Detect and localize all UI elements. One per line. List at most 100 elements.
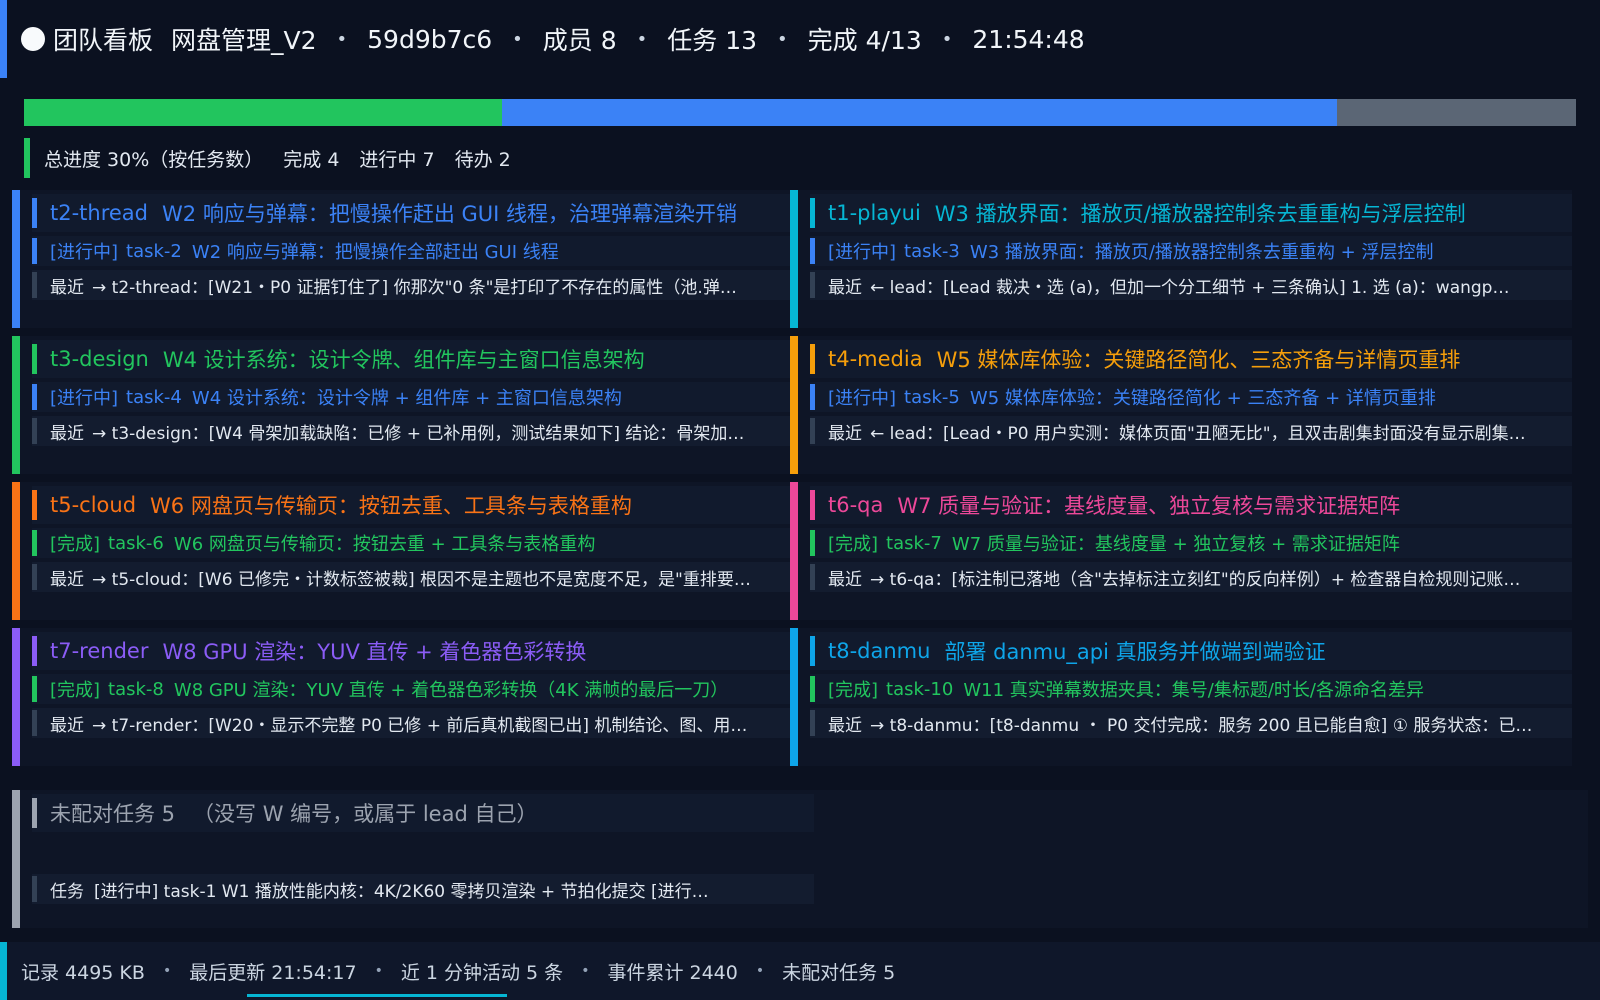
last-update: 最后更新 21:54:17 (189, 961, 357, 984)
separator-dot: • (581, 963, 590, 979)
project-hash: 59d9b7c6 (367, 24, 493, 54)
task-id: task-6 (108, 532, 164, 554)
card-title-row: t7-render W8 GPU 渲染：YUV 直传 + 着色器色彩转换 (32, 632, 794, 670)
row-marker (32, 564, 37, 590)
row-marker (32, 272, 37, 298)
card-task-row[interactable]: [进行中] task-4 W4 设计系统：设计令牌 + 组件库 + 主窗口信息架构 (32, 382, 794, 412)
log-size: 记录 4495 KB (21, 961, 145, 984)
card-recent-row[interactable]: 最近 → t8-danmu：[t8-danmu ・ P0 交付完成：服务 200 … (810, 708, 1572, 738)
card-accent-bar (790, 482, 798, 620)
row-marker (32, 876, 37, 902)
row-marker (810, 676, 815, 702)
agent-goal: W4 设计系统：设计令牌、组件库与主窗口信息架构 (162, 348, 645, 372)
recent-label: 最近 (50, 277, 84, 298)
card-accent-bar (790, 336, 798, 474)
row-marker (810, 564, 815, 590)
recent-message: → t7-render：[W20・显示不完整 P0 已修 + 前后真机截图已出]… (92, 715, 748, 736)
agent-name: t1-playui (828, 201, 921, 225)
unmatched-tasks-panel[interactable]: 未配对任务 5 （没写 W 编号，或属于 lead 自己） 任务 [进行中] t… (12, 790, 1588, 928)
row-marker (32, 344, 37, 374)
task-status: [完成] (828, 534, 879, 555)
agent-goal: W6 网盘页与传输页：按钮去重、工具条与表格重构 (150, 494, 632, 518)
card-task-row[interactable]: [完成] task-10 W11 真实弹幕数据夹具：集号/集标题/时长/各源命名差异 (810, 674, 1572, 704)
card-task-row[interactable]: [进行中] task-2 W2 响应与弹幕：把慢操作全部赶出 GUI 线程 (32, 236, 794, 266)
card-title-row: t4-media W5 媒体库体验：关键路径简化、三态齐备与详情页重排 (810, 340, 1572, 378)
recent-label: 最近 (50, 715, 84, 736)
agent-card-t8-danmu[interactable]: t8-danmu 部署 danmu_api 真服务并做端到端验证 [完成] task-… (790, 628, 1572, 766)
agent-card-t3-design[interactable]: t3-design W4 设计系统：设计令牌、组件库与主窗口信息架构 [进行中] ta… (12, 336, 794, 474)
row-marker (32, 384, 37, 410)
status-footer: 记录 4495 KB • 最后更新 21:54:17 • 近 1 分钟活动 5 … (0, 942, 1600, 1000)
summary-todo: 待办 2 (454, 148, 511, 171)
row-marker (810, 530, 815, 556)
unmatched-task-row[interactable]: 任务 [进行中] task-1 W1 播放性能内核：4K/2K60 零拷贝渲染 … (32, 874, 814, 904)
clock: 21:54:48 (972, 24, 1085, 54)
task-desc: W3 播放界面：播放页/播放器控制条去重重构 + 浮层控制 (969, 242, 1434, 263)
separator-dot: • (755, 963, 765, 979)
card-recent-row[interactable]: 最近 → t5-cloud：[W6 已修完・计数标签被裁] 根因不是主题也不是宽度… (32, 562, 794, 592)
row-marker (810, 384, 815, 410)
recent-message: ← lead：[Lead・P0 用户实测：媒体页面"丑陋无比"，且双击剧集封面没… (870, 423, 1526, 444)
card-recent-row[interactable]: 最近 ← lead：[Lead 裁决・选 (a)，但加一个分工细节 + 三条确认]… (810, 270, 1572, 300)
task-desc: W7 质量与验证：基线度量 + 独立复核 + 需求证据矩阵 (951, 534, 1400, 555)
row-marker (32, 198, 37, 228)
agent-card-t5-cloud[interactable]: t5-cloud W6 网盘页与传输页：按钮去重、工具条与表格重构 [完成] task… (12, 482, 794, 620)
card-recent-row[interactable]: 最近 ← lead：[Lead・P0 用户实测：媒体页面"丑陋无比"，且双击剧集封… (810, 416, 1572, 446)
activity-underline (247, 994, 507, 997)
recent-message: → t6-qa：[标注制已落地（含"去掉标注立刻红"的反向样例）+ 检查器自检规… (870, 569, 1521, 590)
separator-dot: • (941, 28, 953, 50)
task-status: [进行中] (50, 388, 119, 409)
recent-message: → t8-danmu：[t8-danmu ・ P0 交付完成：服务 200 且已… (870, 715, 1533, 736)
task-id: task-2 (126, 240, 182, 262)
agent-card-t6-qa[interactable]: t6-qa W7 质量与验证：基线度量、独立复核与需求证据矩阵 [完成] task-7… (790, 482, 1572, 620)
agent-card-t4-media[interactable]: t4-media W5 媒体库体验：关键路径简化、三态齐备与详情页重排 [进行中] t… (790, 336, 1572, 474)
summary-in-progress: 进行中 7 (359, 148, 435, 171)
summary-done: 完成 4 (283, 148, 340, 171)
row-marker (32, 418, 37, 444)
card-accent-bar (790, 190, 798, 328)
row-marker (32, 490, 37, 520)
card-recent-row[interactable]: 最近 → t2-thread：[W21・P0 证据钉住了] 你那次"0 条"是打印… (32, 270, 794, 300)
recent-label: 最近 (828, 569, 862, 590)
task-desc: W4 设计系统：设计令牌 + 组件库 + 主窗口信息架构 (191, 388, 622, 409)
separator-dot: • (636, 28, 648, 50)
agent-goal: W2 响应与弹幕：把慢操作赶出 GUI 线程，治理弹幕渲染开销 (162, 202, 738, 226)
card-task-row[interactable]: [进行中] task-3 W3 播放界面：播放页/播放器控制条去重重构 + 浮层控制 (810, 236, 1572, 266)
recent-message: → t3-design：[W4 骨架加载缺陷：已修 + 已补用例，测试结果如下]… (92, 423, 745, 444)
unmatched-header: 未配对任务 5 （没写 W 编号，或属于 lead 自己） (32, 794, 814, 832)
task-id: task-4 (126, 386, 182, 408)
card-task-row[interactable]: [完成] task-8 W8 GPU 渲染：YUV 直传 + 着色器色彩转换（4K … (32, 674, 794, 704)
status-dot-icon (21, 27, 45, 51)
agent-card-t2-thread[interactable]: t2-thread W2 响应与弹幕：把慢操作赶出 GUI 线程，治理弹幕渲染开销… (12, 190, 794, 328)
card-task-row[interactable]: [完成] task-6 W6 网盘页与传输页：按钮去重 + 工具条与表格重构 (32, 528, 794, 558)
card-recent-row[interactable]: 最近 → t6-qa：[标注制已落地（含"去掉标注立刻红"的反向样例）+ 检查器自… (810, 562, 1572, 592)
task-id: task-5 (904, 386, 960, 408)
card-recent-row[interactable]: 最近 → t7-render：[W20・显示不完整 P0 已修 + 前后真机截图已… (32, 708, 794, 738)
card-accent-bar (12, 336, 20, 474)
row-marker (32, 798, 37, 828)
progress-in-progress-segment (502, 99, 1337, 126)
separator-dot: • (336, 28, 348, 50)
unmatched-note: （没写 W 编号，或属于 lead 自己） (193, 802, 538, 826)
recent-label: 最近 (828, 715, 862, 736)
agent-card-t7-render[interactable]: t7-render W8 GPU 渲染：YUV 直传 + 着色器色彩转换 [完成] t… (12, 628, 794, 766)
card-recent-row[interactable]: 最近 → t3-design：[W4 骨架加载缺陷：已修 + 已补用例，测试结果如… (32, 416, 794, 446)
card-title-row: t3-design W4 设计系统：设计令牌、组件库与主窗口信息架构 (32, 340, 794, 378)
recent-label: 最近 (50, 423, 84, 444)
row-marker (810, 344, 815, 374)
row-marker (810, 198, 815, 228)
agent-card-t1-playui[interactable]: t1-playui W3 播放界面：播放页/播放器控制条去重重构与浮层控制 [进行中… (790, 190, 1572, 328)
agent-goal: W5 媒体库体验：关键路径简化、三态齐备与详情页重排 (936, 348, 1461, 372)
card-task-row[interactable]: [完成] task-7 W7 质量与验证：基线度量 + 独立复核 + 需求证据矩阵 (810, 528, 1572, 558)
card-task-row[interactable]: [进行中] task-5 W5 媒体库体验：关键路径简化 + 三态齐备 + 详情页重… (810, 382, 1572, 412)
row-marker (810, 490, 815, 520)
task-id: task-7 (886, 532, 942, 554)
done-count: 完成 4/13 (807, 26, 922, 55)
agent-goal: W7 质量与验证：基线度量、独立复核与需求证据矩阵 (897, 494, 1401, 518)
footer-unmatched: 未配对任务 5 (782, 961, 896, 984)
agent-goal: W3 播放界面：播放页/播放器控制条去重重构与浮层控制 (934, 202, 1466, 226)
panel-accent-bar (12, 790, 20, 928)
board-title: 团队看板 (53, 26, 154, 55)
row-marker (32, 238, 37, 264)
task-status: [完成] (50, 680, 101, 701)
